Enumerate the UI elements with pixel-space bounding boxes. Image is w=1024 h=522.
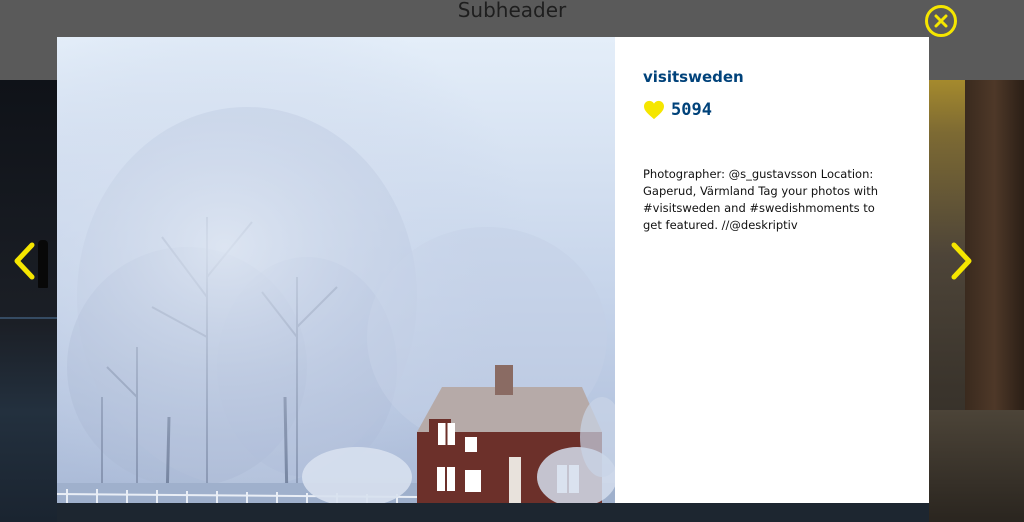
background-figure xyxy=(38,240,48,288)
background-bottom-strip xyxy=(57,502,929,522)
heart-icon[interactable] xyxy=(643,100,665,120)
background-tile-left xyxy=(0,80,57,522)
likes-row: 5094 xyxy=(643,99,901,121)
photo-caption: Photographer: @s_gustavsson Location: Ga… xyxy=(643,167,879,232)
landscape-photo xyxy=(57,37,615,503)
background-tile-right xyxy=(929,80,1024,522)
photo-info-panel: visitsweden 5094 Photographer: @s_gustav… xyxy=(615,37,929,503)
likes-count: 5094 xyxy=(671,100,712,120)
chevron-left-icon xyxy=(14,242,35,280)
next-button[interactable] xyxy=(948,242,974,280)
foggy-house-illustration xyxy=(57,37,615,503)
chevron-right-icon xyxy=(951,242,972,280)
subheader-title: Subheader xyxy=(457,0,567,22)
background-crowd xyxy=(929,410,1024,522)
photo-modal: visitsweden 5094 Photographer: @s_gustav… xyxy=(57,37,929,503)
previous-button[interactable] xyxy=(12,242,38,280)
close-button[interactable] xyxy=(925,5,957,37)
background-divider xyxy=(0,317,57,319)
close-icon xyxy=(934,14,948,28)
username-link[interactable]: visitsweden xyxy=(643,67,901,87)
